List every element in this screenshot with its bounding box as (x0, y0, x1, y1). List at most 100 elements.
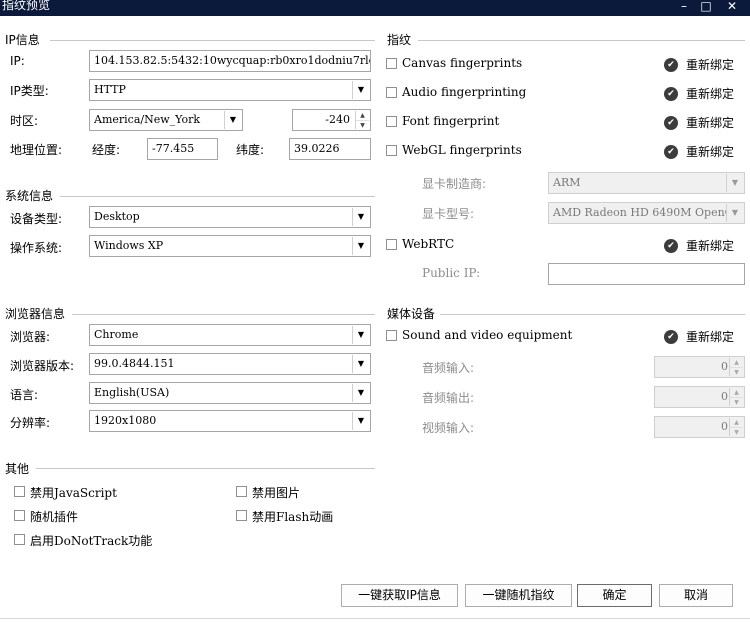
chevron-down-icon[interactable]: ▼ (352, 355, 369, 373)
spin-up-icon[interactable]: ▲ (356, 111, 369, 121)
gpu-vendor-label: 显卡制造商: (422, 177, 487, 191)
timezone-select[interactable]: America/New_York ▼ (89, 109, 243, 131)
cancel-button[interactable]: 取消 (659, 584, 733, 607)
resolution-value: 1920x1080 (94, 414, 157, 427)
language-select[interactable]: English(USA) ▼ (89, 382, 371, 404)
rebind-label: 重新绑定 (686, 116, 735, 130)
browser-version-select[interactable]: 99.0.4844.151 ▼ (89, 353, 371, 375)
spin-down-icon[interactable]: ▼ (730, 398, 743, 407)
audio-input-stepper[interactable]: 0 ▲ ▼ (654, 356, 745, 378)
spin-up-icon[interactable]: ▲ (730, 358, 743, 368)
close-button[interactable]: ✕ (724, 0, 740, 14)
spin-down-icon[interactable]: ▼ (730, 368, 743, 377)
chevron-down-icon[interactable]: ▼ (352, 237, 369, 255)
chevron-down-icon[interactable]: ▼ (352, 81, 369, 99)
system-section-divider (60, 196, 375, 197)
chevron-down-icon[interactable]: ▼ (352, 326, 369, 344)
webrtc-rebind-button[interactable]: ✔ 重新绑定 (664, 237, 734, 254)
spin-buttons[interactable]: ▲ ▼ (729, 388, 743, 406)
spin-buttons[interactable]: ▲ ▼ (355, 111, 369, 129)
canvas-label: Canvas fingerprints (402, 56, 523, 70)
get-ip-info-button[interactable]: 一键获取IP信息 (341, 584, 458, 607)
iptype-select[interactable]: HTTP ▼ (89, 79, 371, 101)
geo-label: 地理位置: (10, 143, 63, 157)
check-circle-icon: ✔ (664, 86, 678, 101)
audio-output-stepper[interactable]: 0 ▲ ▼ (654, 386, 745, 408)
timezone-offset-stepper[interactable]: -240 ▲ ▼ (292, 109, 371, 131)
spin-down-icon[interactable]: ▼ (730, 428, 743, 437)
language-label: 语言: (10, 388, 39, 402)
disable-images-checkbox[interactable] (236, 486, 247, 497)
webgl-rebind-button[interactable]: ✔ 重新绑定 (664, 143, 734, 160)
gpu-vendor-value: ARM (553, 176, 581, 189)
browser-select[interactable]: Chrome ▼ (89, 324, 371, 346)
spin-up-icon[interactable]: ▲ (730, 388, 743, 398)
audio-checkbox[interactable] (386, 87, 397, 98)
ip-input[interactable]: 104.153.82.5:5432:10wycquap:rb0xro1dodni… (89, 50, 371, 72)
random-fingerprint-button[interactable]: 一键随机指纹 (465, 584, 572, 607)
webgl-checkbox[interactable] (386, 145, 397, 156)
audio-output-value: 0 (721, 390, 728, 403)
device-type-select[interactable]: Desktop ▼ (89, 206, 371, 228)
iptype-value: HTTP (94, 83, 126, 96)
check-circle-icon: ✔ (664, 329, 678, 344)
public-ip-input[interactable] (548, 263, 745, 285)
rebind-label: 重新绑定 (686, 58, 735, 72)
webrtc-label: WebRTC (402, 237, 455, 251)
latitude-input[interactable]: 39.0226 (289, 138, 371, 160)
video-input-stepper[interactable]: 0 ▲ ▼ (654, 416, 745, 438)
browser-version-value: 99.0.4844.151 (94, 357, 175, 370)
ok-button[interactable]: 确定 (577, 584, 652, 607)
spin-up-icon[interactable]: ▲ (730, 418, 743, 428)
chevron-down-icon[interactable]: ▼ (352, 208, 369, 226)
device-type-value: Desktop (94, 210, 140, 223)
resolution-label: 分辨率: (10, 416, 51, 430)
disable-js-checkbox[interactable] (14, 486, 25, 497)
audio-input-value: 0 (721, 360, 728, 373)
device-type-label: 设备类型: (10, 212, 63, 226)
window-title: 指纹预览 (2, 0, 51, 12)
chevron-down-icon[interactable]: ▼ (224, 111, 241, 129)
ip-value: 104.153.82.5:5432:10wycquap:rb0xro1dodni… (94, 54, 371, 67)
media-section-divider (440, 314, 745, 315)
browser-section-divider (72, 314, 375, 315)
os-label: 操作系统: (10, 241, 63, 255)
disable-flash-checkbox[interactable] (236, 510, 247, 521)
bottom-divider (0, 618, 750, 619)
other-section-title: 其他 (5, 462, 30, 476)
spin-buttons[interactable]: ▲ ▼ (729, 418, 743, 436)
sound-video-checkbox[interactable] (386, 330, 397, 341)
font-checkbox[interactable] (386, 116, 397, 127)
rebind-label: 重新绑定 (686, 239, 735, 253)
chevron-down-icon[interactable]: ▼ (352, 384, 369, 402)
random-plugins-checkbox[interactable] (14, 510, 25, 521)
maximize-button[interactable]: □ (698, 0, 714, 14)
canvas-rebind-button[interactable]: ✔ 重新绑定 (664, 56, 734, 73)
os-select[interactable]: Windows XP ▼ (89, 235, 371, 257)
minimize-button[interactable]: – (676, 0, 692, 14)
gpu-model-select[interactable]: AMD Radeon HD 6490M OpenGL E ▼ (548, 202, 745, 224)
longitude-input[interactable]: -77.455 (147, 138, 218, 160)
media-rebind-button[interactable]: ✔ 重新绑定 (664, 328, 734, 345)
latitude-label: 纬度: (236, 143, 265, 157)
spin-buttons[interactable]: ▲ ▼ (729, 358, 743, 376)
chevron-down-icon[interactable]: ▼ (352, 412, 369, 430)
canvas-checkbox[interactable] (386, 58, 397, 69)
longitude-value: -77.455 (152, 142, 195, 155)
disable-images-label: 禁用图片 (252, 486, 301, 500)
enable-dnt-checkbox[interactable] (14, 534, 25, 545)
os-value: Windows XP (94, 239, 164, 252)
sound-video-label: Sound and video equipment (402, 328, 573, 342)
spin-down-icon[interactable]: ▼ (356, 121, 369, 130)
audio-label: Audio fingerprinting (402, 85, 527, 99)
longitude-label: 经度: (92, 143, 121, 157)
resolution-select[interactable]: 1920x1080 ▼ (89, 410, 371, 432)
gpu-vendor-select[interactable]: ARM ▼ (548, 172, 745, 194)
webrtc-checkbox[interactable] (386, 239, 397, 250)
chevron-down-icon[interactable]: ▼ (726, 204, 743, 222)
chevron-down-icon[interactable]: ▼ (726, 174, 743, 192)
check-circle-icon: ✔ (664, 144, 678, 159)
font-rebind-button[interactable]: ✔ 重新绑定 (664, 114, 734, 131)
audio-rebind-button[interactable]: ✔ 重新绑定 (664, 85, 734, 102)
timezone-label: 时区: (10, 114, 39, 128)
